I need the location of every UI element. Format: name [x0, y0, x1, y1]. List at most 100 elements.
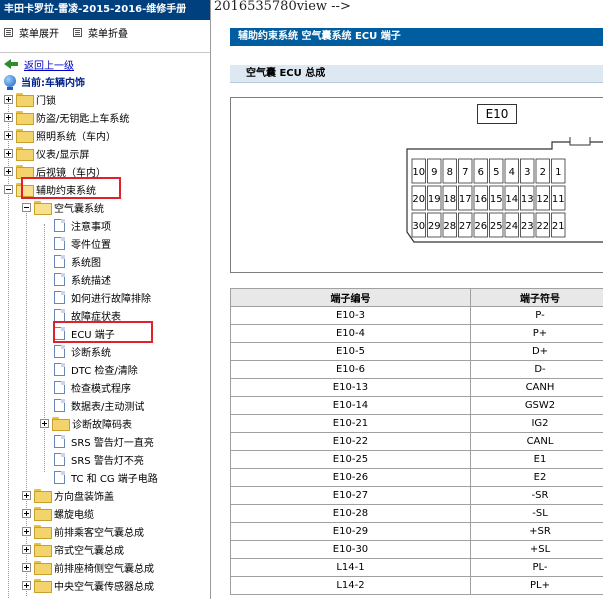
- tree-item-troubleshooting[interactable]: 如何进行故障排除: [54, 288, 151, 306]
- terminal-symbol-cell: P-: [470, 306, 603, 325]
- terminal-table: 端子编号 端子符号 E10-3 P- E10-4 P+ E10-5 D+ E10-6 D- E1…: [230, 288, 603, 595]
- pin-number: 21: [552, 221, 565, 232]
- tree-item-steering-pad[interactable]: 方向盘装饰盖: [22, 486, 114, 504]
- table-header-row: 端子编号 端子符号: [230, 288, 603, 307]
- tree-item-door-lock[interactable]: 门锁: [4, 90, 56, 108]
- tree-item-label[interactable]: 方向盘装饰盖: [54, 488, 114, 503]
- expand-icon[interactable]: [4, 94, 13, 104]
- tree-item-precaution[interactable]: 注意事项: [54, 216, 111, 234]
- highlight-box: [21, 177, 121, 199]
- pin-number: 10: [412, 167, 425, 178]
- tree-item-label[interactable]: 系统描述: [71, 272, 111, 287]
- tree-item-label[interactable]: 系统图: [71, 254, 101, 269]
- expand-icon[interactable]: [4, 130, 13, 140]
- tree-item-dtc-chart[interactable]: 诊断故障码表: [40, 414, 132, 432]
- tree-item-meter[interactable]: 仪表/显示屏: [4, 144, 89, 162]
- tree-item-label[interactable]: 门锁: [36, 92, 56, 107]
- tree-item-lighting[interactable]: 照明系统（车内）: [4, 126, 116, 144]
- expand-icon[interactable]: [40, 418, 49, 428]
- tree-item-seat-side-airbag[interactable]: 前排座椅侧空气囊总成: [22, 558, 154, 576]
- expand-icon[interactable]: [22, 580, 31, 590]
- tree-item-srs-light-off[interactable]: SRS 警告灯不亮: [54, 450, 144, 468]
- collapse-menu-button[interactable]: 菜单折叠: [73, 25, 128, 40]
- tree-item-system-diagram[interactable]: 系统图: [54, 252, 101, 270]
- terminal-symbol-cell: D+: [470, 342, 603, 361]
- tree-item-label[interactable]: 注意事项: [71, 218, 111, 233]
- tree-item-label[interactable]: SRS 警告灯不亮: [71, 452, 144, 467]
- terminal-number-cell: E10-13: [230, 378, 471, 397]
- collapse-menu-label: 菜单折叠: [88, 28, 128, 40]
- tree-item-passenger-airbag[interactable]: 前排乘客空气囊总成: [22, 522, 144, 540]
- folder-icon: [34, 489, 52, 503]
- tree-item-label[interactable]: 诊断系统: [71, 344, 111, 359]
- tree-item-label[interactable]: 如何进行故障排除: [71, 290, 151, 305]
- tree-item-label[interactable]: 防盗/无钥匙上车系统: [36, 110, 129, 125]
- folder-icon: [34, 579, 52, 593]
- section-title: 空气囊 ECU 总成: [230, 65, 603, 83]
- collapse-icon[interactable]: [22, 202, 31, 212]
- folder-icon: [52, 417, 70, 431]
- terminal-symbol-cell: CANH: [470, 378, 603, 397]
- expand-icon[interactable]: [22, 562, 31, 572]
- list-icon: [73, 27, 82, 37]
- pin-number: 26: [474, 221, 487, 232]
- tree-item-center-sensor[interactable]: 中央空气囊传感器总成: [22, 576, 154, 594]
- expand-icon[interactable]: [4, 112, 13, 122]
- tree-item-curtain-airbag[interactable]: 帘式空气囊总成: [22, 540, 124, 558]
- tree-item-label[interactable]: 前排座椅侧空气囊总成: [54, 560, 154, 575]
- document-icon: [54, 236, 65, 250]
- tree-item-anti-theft[interactable]: 防盗/无钥匙上车系统: [4, 108, 129, 126]
- document-icon: [54, 470, 65, 484]
- tree-item-system-description[interactable]: 系统描述: [54, 270, 111, 288]
- folder-icon: [34, 507, 52, 521]
- terminal-symbol-cell: PL+: [470, 576, 603, 595]
- expand-icon[interactable]: [22, 526, 31, 536]
- pin-number: 19: [428, 194, 441, 205]
- tree-item-data-list[interactable]: 数据表/主动测试: [54, 396, 144, 414]
- expand-icon[interactable]: [4, 166, 13, 176]
- expand-icon[interactable]: [22, 490, 31, 500]
- tree-item-parts-location[interactable]: 零件位置: [54, 234, 111, 252]
- expand-icon[interactable]: [22, 508, 31, 518]
- expand-menu-button[interactable]: 菜单展开: [4, 25, 59, 40]
- collapse-icon[interactable]: [4, 184, 13, 194]
- divider: [0, 52, 210, 53]
- pin-number: 16: [474, 194, 487, 205]
- table-row: E10-3 P-: [230, 306, 603, 325]
- tree-item-label[interactable]: 数据表/主动测试: [71, 398, 144, 413]
- terminal-number-cell: E10-3: [230, 306, 471, 325]
- tree-item-label[interactable]: 仪表/显示屏: [36, 146, 89, 161]
- tree-item-label[interactable]: 中央空气囊传感器总成: [54, 578, 154, 593]
- tree-item-spiral-cable[interactable]: 螺旋电缆: [22, 504, 94, 522]
- pin-number: 6: [478, 167, 484, 178]
- document-icon: [54, 398, 65, 412]
- tree-item-label[interactable]: SRS 警告灯一直亮: [71, 434, 154, 449]
- tree-item-label[interactable]: 螺旋电缆: [54, 506, 94, 521]
- tree-item-label[interactable]: DTC 检查/清除: [71, 362, 138, 377]
- tree-item-airbag-system[interactable]: 空气囊系统: [22, 198, 104, 216]
- tree-item-check-mode[interactable]: 检查模式程序: [54, 378, 131, 396]
- tree-item-srs-light-on[interactable]: SRS 警告灯一直亮: [54, 432, 154, 450]
- tree-item-label[interactable]: 前排乘客空气囊总成: [54, 524, 144, 539]
- tree-item-diagnosis-system[interactable]: 诊断系统: [54, 342, 111, 360]
- table-row: E10-14 GSW2: [230, 396, 603, 415]
- pin-number: 29: [428, 221, 441, 232]
- tree-item-label[interactable]: TC 和 CG 端子电路: [71, 470, 158, 485]
- tree-item-tc-cg-circuit[interactable]: TC 和 CG 端子电路: [54, 468, 158, 486]
- tree-item-label[interactable]: 照明系统（车内）: [36, 128, 116, 143]
- back-link[interactable]: 返回上一级: [24, 57, 74, 72]
- terminal-symbol-cell: GSW2: [470, 396, 603, 415]
- tree-item-dtc-check[interactable]: DTC 检查/清除: [54, 360, 138, 378]
- pin-number: 17: [459, 194, 472, 205]
- tree-item-label[interactable]: 空气囊系统: [54, 200, 104, 215]
- table-row: E10-30 +SL: [230, 540, 603, 559]
- tree-item-label[interactable]: 帘式空气囊总成: [54, 542, 124, 557]
- tree-item-label[interactable]: 诊断故障码表: [72, 416, 132, 431]
- terminal-number-cell: E10-21: [230, 414, 471, 433]
- expand-icon[interactable]: [22, 544, 31, 554]
- folder-icon: [34, 561, 52, 575]
- expand-icon[interactable]: [4, 148, 13, 158]
- back-link-row[interactable]: 返回上一级: [4, 56, 74, 72]
- tree-item-label[interactable]: 检查模式程序: [71, 380, 131, 395]
- tree-item-label[interactable]: 零件位置: [71, 236, 111, 251]
